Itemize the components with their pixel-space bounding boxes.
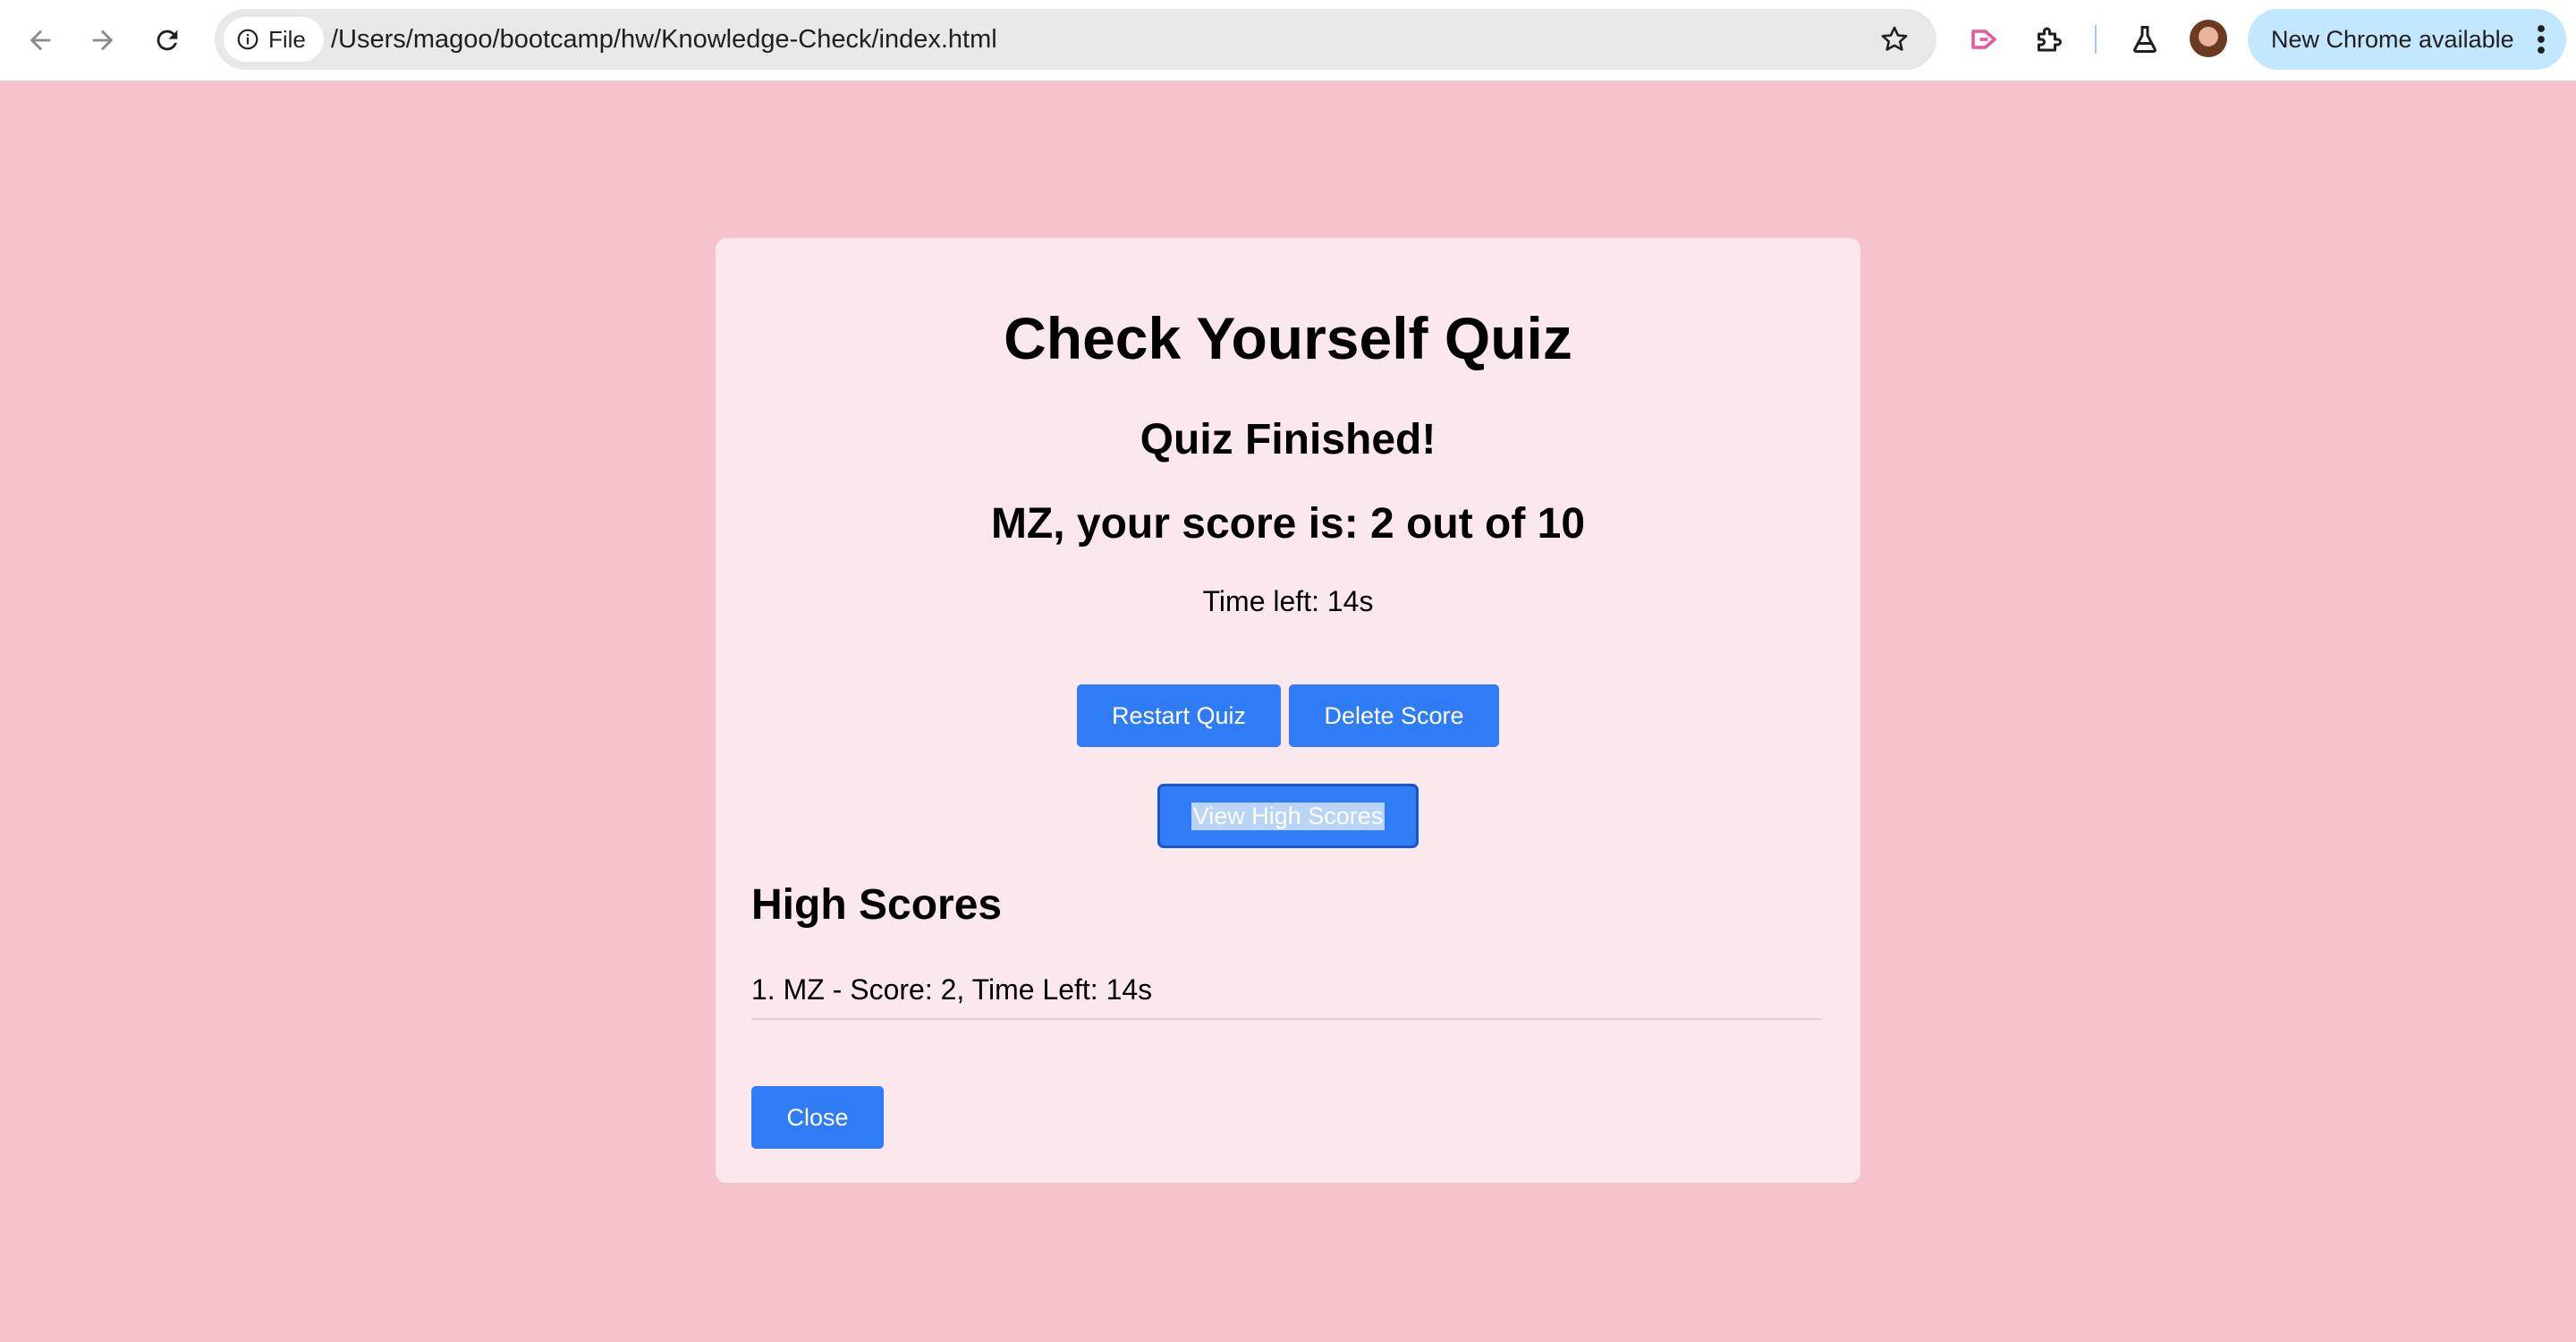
forward-arrow-icon <box>92 30 114 51</box>
delete-score-button[interactable]: Delete Score <box>1289 684 1499 747</box>
close-button[interactable]: Close <box>751 1086 884 1149</box>
address-bar[interactable]: File /Users/magoo/bootcamp/hw/Knowledge-… <box>215 9 1936 70</box>
star-icon[interactable] <box>1879 24 1910 55</box>
quiz-title: Check Yourself Quiz <box>1004 305 1572 371</box>
url-text[interactable]: /Users/magoo/bootcamp/hw/Knowledge-Check… <box>331 9 997 70</box>
restart-quiz-button[interactable]: Restart Quiz <box>1077 684 1281 747</box>
time-left-text: Time left: 14s <box>1202 585 1374 617</box>
extensions-icon <box>2038 27 2062 52</box>
reload-icon <box>157 30 178 51</box>
quiz-card <box>716 238 1860 1183</box>
cast-button[interactable] <box>1966 21 2002 57</box>
update-label: New Chrome available <box>2271 26 2514 53</box>
high-score-list-item: 1. MZ - Score: 2, Time Left: 14s <box>751 973 1823 1020</box>
labs-button[interactable] <box>2127 21 2163 57</box>
extensions-button[interactable] <box>2030 21 2066 57</box>
cast-icon <box>1971 30 1996 49</box>
back-button[interactable] <box>18 18 63 63</box>
view-high-scores-button[interactable]: View High Scores <box>1157 784 1419 848</box>
toolbar-divider <box>2095 25 2097 54</box>
high-scores-heading: High Scores <box>751 881 1003 929</box>
labs-flask-icon <box>2133 26 2157 53</box>
chip-label: File <box>268 25 306 53</box>
back-arrow-icon <box>30 30 51 51</box>
browser-toolbar: File /Users/magoo/bootcamp/hw/Knowledge-… <box>0 0 2576 81</box>
view-high-scores-label: View High Scores <box>1191 802 1385 830</box>
site-info-chip[interactable]: File <box>224 17 324 62</box>
profile-avatar[interactable] <box>2190 20 2227 57</box>
new-chrome-available-button[interactable]: New Chrome available <box>2248 9 2566 70</box>
info-icon <box>237 29 258 50</box>
forward-button[interactable] <box>80 18 125 63</box>
kebab-menu-icon <box>2538 25 2545 54</box>
quiz-finished-heading: Quiz Finished! <box>1140 416 1436 463</box>
reload-button[interactable] <box>145 18 190 63</box>
score-text: MZ, your score is: 2 out of 10 <box>990 500 1586 548</box>
